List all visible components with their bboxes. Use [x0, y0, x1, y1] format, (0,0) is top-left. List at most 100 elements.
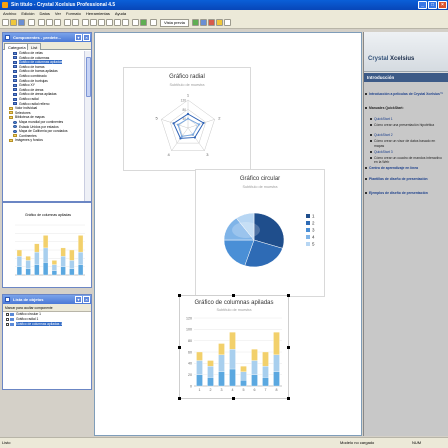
tab-category[interactable]: Categoría: [4, 43, 30, 50]
export-flash-icon[interactable]: [192, 19, 199, 26]
start-link[interactable]: Ejemplos de diseño de presentación: [365, 191, 445, 195]
hide-checkbox[interactable]: [6, 312, 9, 316]
start-link[interactable]: QuickStart 3: [370, 150, 444, 154]
maximize-button[interactable]: □: [428, 1, 437, 9]
logo-brand: Xcelsius: [390, 56, 415, 62]
radar-point: [176, 123, 180, 126]
folder-icon: [9, 111, 13, 115]
panel-close-button[interactable]: ×: [83, 34, 90, 41]
xcelsius-logo: Crystal Xcelsius: [364, 32, 448, 72]
stacked-bar-segment: [218, 371, 225, 387]
cut-icon[interactable]: [38, 19, 45, 26]
selection-handle[interactable]: [287, 294, 290, 297]
app-icon: [2, 2, 8, 8]
y-tick-label: 40: [188, 362, 192, 366]
start-link[interactable]: Introducción a películas de Crystal Xcel…: [365, 92, 445, 96]
align-middle-icon[interactable]: [114, 19, 121, 26]
object-panel-pin-button[interactable]: ▾: [75, 296, 82, 303]
tree-item-label: Continentes: [19, 133, 37, 138]
export-pdf-icon[interactable]: [208, 19, 215, 26]
model-status: Modelo no cargado: [340, 440, 375, 445]
radar-axis-label: 4: [167, 152, 170, 157]
start-link[interactable]: Centro de aprendizaje en línea: [365, 166, 445, 170]
y-tick-label: 120: [186, 316, 192, 320]
hide-checkbox[interactable]: [6, 322, 9, 326]
radar-axis-label: 5: [155, 115, 158, 120]
stacked-column-chart[interactable]: Gráfico de columnas apiladas Subtítulo d…: [179, 295, 289, 399]
start-link: Manuales QuickStart:: [365, 106, 445, 110]
align-left-icon[interactable]: [82, 19, 89, 26]
selection-handle[interactable]: [178, 397, 181, 400]
panel-pin-button[interactable]: ▾: [75, 34, 82, 41]
close-button[interactable]: ×: [438, 1, 447, 9]
menu-archivo[interactable]: Archivo: [1, 10, 18, 17]
tree-scrollbar[interactable]: [84, 51, 91, 201]
menu-edicion[interactable]: Edición: [19, 10, 36, 17]
pie-chart[interactable]: Gráfico circular Subtítulo de muestra 12…: [195, 169, 325, 297]
stacked-bar-segment: [60, 247, 66, 257]
menu-ver[interactable]: Ver: [53, 10, 63, 17]
preview-chart: [15, 224, 85, 276]
tree-item-label: Mapa mundial por continentes: [19, 119, 64, 124]
paste-icon[interactable]: [54, 19, 61, 26]
undo-icon[interactable]: [64, 19, 71, 26]
minimize-button[interactable]: _: [418, 1, 427, 9]
selection-handle[interactable]: [232, 294, 235, 297]
y-tick-label: 100: [186, 328, 192, 332]
x-tick-label: 7: [265, 388, 267, 392]
tree-scrollbar-thumb[interactable]: [86, 57, 91, 97]
start-link: Cómo crear un cuadro de mandos interacti…: [370, 156, 444, 164]
object-item[interactable]: Gráfico de columnas apiladas 1: [3, 322, 91, 327]
selection-handle[interactable]: [178, 346, 181, 349]
selection-handle[interactable]: [287, 346, 290, 349]
redo-icon[interactable]: [72, 19, 79, 26]
open-icon[interactable]: [10, 19, 17, 26]
export-ppt-icon[interactable]: [200, 19, 207, 26]
tree-item-label: Gráfico de velas: [19, 51, 43, 55]
stacked-plot: 0 20 40 60 80 100 120 1 2 3 4 5 6 7 8: [186, 316, 282, 392]
tab-list[interactable]: List: [27, 43, 42, 50]
tree-item-label: Gráfico XY: [19, 83, 35, 88]
selection-handle[interactable]: [178, 294, 181, 297]
group-icon[interactable]: [132, 19, 139, 26]
pie-legend-label: 5: [312, 242, 315, 247]
menu-datos[interactable]: Datos: [37, 10, 51, 17]
align-top-icon[interactable]: [106, 19, 113, 26]
export-email-icon[interactable]: [224, 19, 231, 26]
spreadsheet-icon[interactable]: [140, 19, 147, 26]
align-bottom-icon[interactable]: [122, 19, 129, 26]
export-html-icon[interactable]: [216, 19, 223, 26]
panel-icon: [5, 35, 10, 40]
start-link[interactable]: QuickStart 1: [370, 117, 444, 121]
new-icon[interactable]: [2, 19, 9, 26]
pie-legend-swatch: [306, 242, 310, 246]
preview-button[interactable]: Vista previa: [160, 19, 189, 27]
bullet-icon: [370, 150, 372, 153]
design-canvas[interactable]: Gráfico radial Subtítulo de muestra 1234…: [94, 32, 362, 436]
tree-item-label: Mapa de California por condados: [19, 129, 68, 134]
print-icon[interactable]: [28, 19, 35, 26]
globe-icon: [13, 120, 17, 124]
align-right-icon[interactable]: [98, 19, 105, 26]
object-panel-close-button[interactable]: ×: [83, 296, 90, 303]
chart-icon: [13, 70, 17, 73]
copy-icon[interactable]: [46, 19, 53, 26]
save-icon[interactable]: [18, 19, 25, 26]
align-center-icon[interactable]: [90, 19, 97, 26]
radar-chart[interactable]: Gráfico radial Subtítulo de muestra 1234…: [123, 67, 251, 171]
hide-checkbox[interactable]: [6, 317, 9, 321]
y-tick-label: 20: [188, 373, 192, 377]
tree-item[interactable]: Imágenes y fondos: [3, 138, 84, 143]
menu-formato[interactable]: Formato: [64, 10, 83, 17]
start-link[interactable]: Plantillas de diseño de presentación: [365, 177, 445, 181]
window-title: Sin título - Crystal Xcelsius Profession…: [11, 2, 116, 8]
menu-ayuda[interactable]: Ayuda: [113, 10, 128, 17]
stacked-bar-segment: [78, 264, 84, 276]
start-link[interactable]: QuickStart 2: [370, 133, 444, 137]
stacked-bar-segment: [207, 377, 214, 387]
selection-handle[interactable]: [287, 397, 290, 400]
stacked-bar-segment: [51, 270, 57, 276]
menu-herramientas[interactable]: Herramientas: [84, 10, 112, 17]
grid-icon[interactable]: [150, 19, 157, 26]
selection-handle[interactable]: [232, 397, 235, 400]
